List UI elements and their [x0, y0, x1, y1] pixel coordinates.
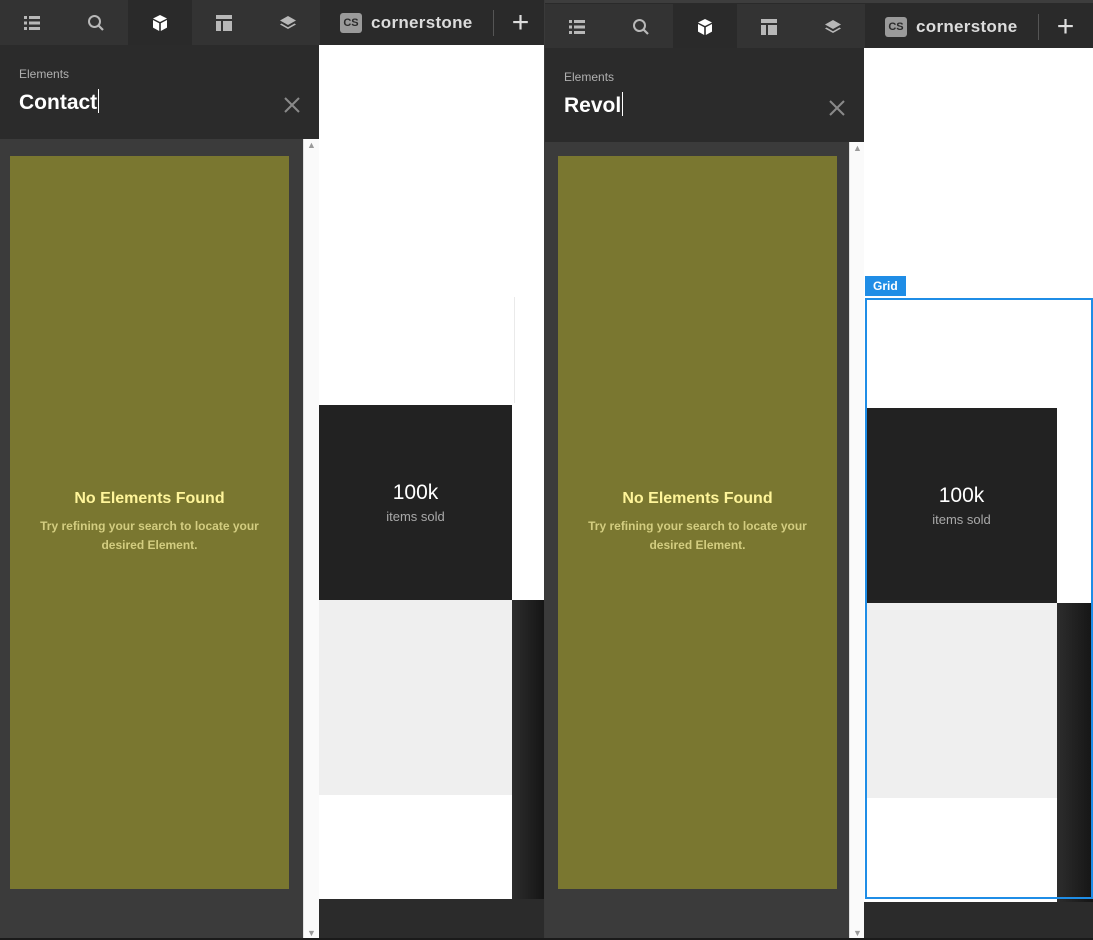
section-label: Elements: [19, 67, 70, 81]
scrollbar[interactable]: ▲ ▼: [849, 142, 865, 940]
layout-icon: [216, 14, 232, 31]
layout-icon: [761, 18, 777, 35]
cube-icon: [153, 14, 167, 31]
stat-block[interactable]: 100k items sold: [319, 405, 512, 600]
results-list: No Elements Found Try refining your sear…: [0, 139, 303, 940]
top-toolbar: CS cornerstone +: [545, 3, 1093, 49]
preview-canvas[interactable]: 100k items sold: [319, 45, 544, 899]
grid-selection-outline[interactable]: [865, 298, 1093, 899]
scrollbar[interactable]: ▲ ▼: [303, 139, 319, 940]
search-button[interactable]: [64, 0, 128, 45]
section-label: Elements: [564, 70, 615, 84]
grid-selection-tag[interactable]: Grid: [865, 276, 906, 296]
divider: [492, 9, 494, 36]
layers-button[interactable]: [256, 0, 320, 45]
search-input[interactable]: Revol: [564, 92, 624, 118]
scroll-up-icon[interactable]: ▲: [307, 141, 316, 150]
search-input-value: Revol: [564, 94, 622, 117]
add-button[interactable]: +: [1051, 11, 1081, 42]
elements-button[interactable]: [128, 0, 192, 45]
text-caret: [98, 89, 100, 113]
clear-search-button[interactable]: [283, 96, 301, 114]
search-input-value: Contact: [19, 91, 98, 114]
photo-image[interactable]: [512, 600, 544, 899]
divider: [1037, 13, 1039, 40]
close-icon: [284, 97, 300, 113]
search-input[interactable]: Contact: [19, 89, 100, 115]
scroll-up-icon[interactable]: ▲: [853, 144, 862, 153]
cornerstone-logo-icon: CS: [885, 16, 907, 37]
gray-cell[interactable]: [319, 600, 512, 795]
templates-button[interactable]: [192, 0, 256, 45]
text-caret: [622, 92, 624, 116]
list-icon: [24, 15, 40, 30]
elements-button[interactable]: [673, 4, 737, 49]
cube-icon: [698, 18, 712, 35]
templates-button[interactable]: [737, 4, 801, 49]
stat-label: items sold: [386, 509, 445, 524]
search-icon: [633, 18, 649, 35]
brand-area: CS cornerstone +: [865, 4, 1093, 49]
empty-state-message: Try refining your search to locate your …: [40, 519, 259, 552]
brand-area: CS cornerstone +: [320, 0, 544, 45]
clear-search-button[interactable]: [828, 99, 846, 117]
empty-state: No Elements Found Try refining your sear…: [558, 156, 837, 889]
layers-icon: [280, 15, 296, 29]
outline-button[interactable]: [0, 0, 64, 45]
close-icon: [829, 100, 845, 116]
list-icon: [569, 19, 585, 34]
results-list: No Elements Found Try refining your sear…: [545, 142, 849, 940]
empty-state: No Elements Found Try refining your sear…: [10, 156, 289, 889]
search-button[interactable]: [609, 4, 673, 49]
empty-state-title: No Elements Found: [622, 490, 773, 507]
stat-value: 100k: [392, 481, 439, 504]
preview-canvas[interactable]: 100k items sold Grid: [864, 48, 1093, 902]
canvas-footer: [319, 899, 544, 940]
canvas-footer: [864, 902, 1093, 940]
editor-pane-left: CS cornerstone + Elements Contact No Ele…: [0, 0, 544, 940]
brand-name: cornerstone: [371, 12, 473, 32]
element-search-header: Elements Contact: [0, 45, 319, 139]
empty-state-title: No Elements Found: [74, 490, 225, 507]
editor-pane-right: CS cornerstone + Elements Revol No Eleme…: [545, 0, 1093, 940]
scroll-down-icon[interactable]: ▼: [853, 929, 862, 938]
brand-name: cornerstone: [916, 16, 1018, 36]
divider: [514, 297, 515, 403]
outline-button[interactable]: [545, 4, 609, 49]
top-toolbar: CS cornerstone +: [0, 0, 544, 45]
empty-state-message: Try refining your search to locate your …: [588, 519, 807, 552]
search-icon: [88, 14, 104, 31]
cornerstone-logo-icon: CS: [340, 12, 362, 33]
add-button[interactable]: +: [506, 7, 536, 38]
element-search-header: Elements Revol: [545, 48, 864, 142]
layers-button[interactable]: [801, 4, 865, 49]
layers-icon: [825, 19, 841, 33]
scroll-down-icon[interactable]: ▼: [307, 929, 316, 938]
